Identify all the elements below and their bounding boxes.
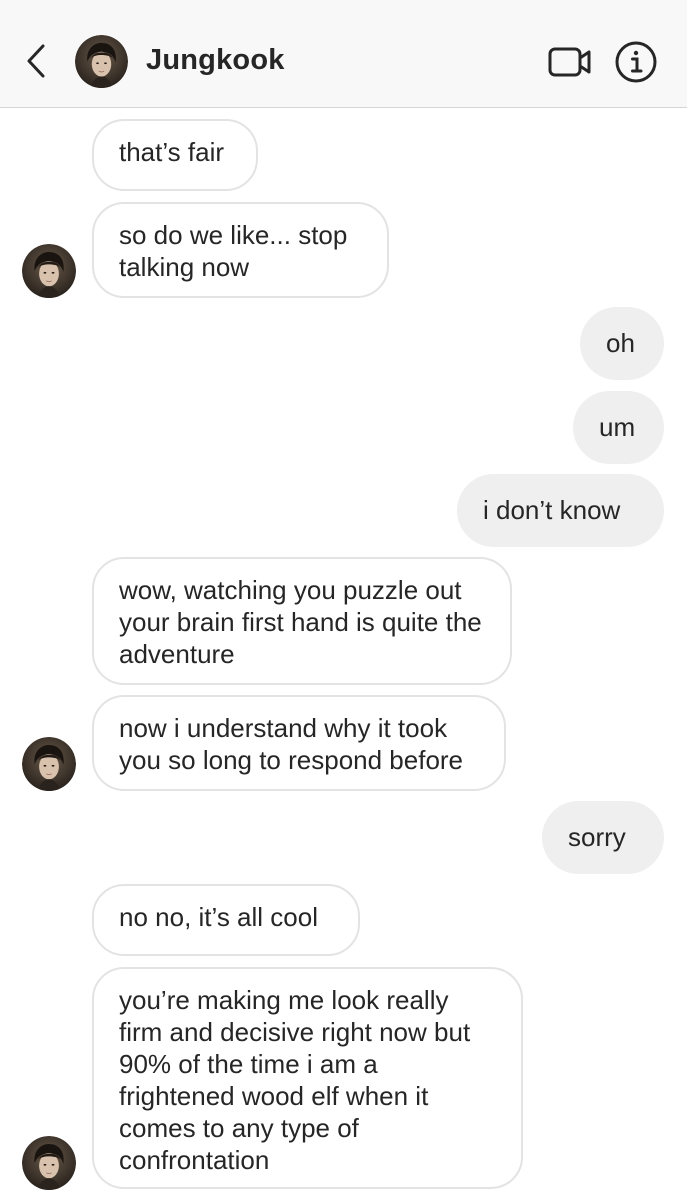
message-text: that’s fair (119, 137, 225, 167)
message-text: now i understand why it took you so long… (119, 713, 464, 775)
sender-avatar[interactable] (22, 1136, 76, 1190)
info-icon (615, 41, 657, 83)
message-text: oh (606, 328, 635, 358)
video-call-button[interactable] (547, 44, 593, 80)
message-bubble-incoming[interactable]: you’re making me look really firm and de… (92, 967, 523, 1189)
contact-avatar[interactable] (75, 35, 128, 88)
message-bubble-incoming[interactable]: wow, watching you puzzle out your brain … (92, 557, 512, 685)
message-text: so do we like... stop talking now (119, 220, 348, 282)
message-bubble-incoming[interactable]: no no, it’s all cool (92, 884, 360, 956)
message-bubble-incoming[interactable]: now i understand why it took you so long… (92, 695, 506, 791)
back-button[interactable] (18, 40, 54, 82)
message-bubble-incoming[interactable]: so do we like... stop talking now (92, 202, 389, 298)
chevron-left-icon (27, 44, 45, 78)
message-text: um (599, 412, 636, 442)
message-bubble-outgoing[interactable]: um (573, 391, 664, 464)
message-bubble-incoming[interactable]: that’s fair (92, 119, 258, 191)
message-text: wow, watching you puzzle out your brain … (119, 575, 482, 669)
message-text: sorry (568, 822, 626, 852)
sender-avatar[interactable] (22, 244, 76, 298)
message-text: no no, it’s all cool (119, 902, 318, 932)
message-text: i don’t know (483, 495, 621, 525)
message-text: you’re making me look really firm and de… (119, 985, 471, 1175)
video-camera-icon (548, 47, 591, 77)
message-bubble-outgoing[interactable]: oh (580, 307, 664, 380)
chat-header: Jungkook (0, 0, 687, 108)
sender-avatar[interactable] (22, 737, 76, 791)
contact-name[interactable]: Jungkook (146, 44, 285, 77)
message-bubble-outgoing[interactable]: i don’t know (457, 474, 664, 547)
message-bubble-outgoing[interactable]: sorry (542, 801, 664, 874)
info-button[interactable] (614, 40, 658, 84)
